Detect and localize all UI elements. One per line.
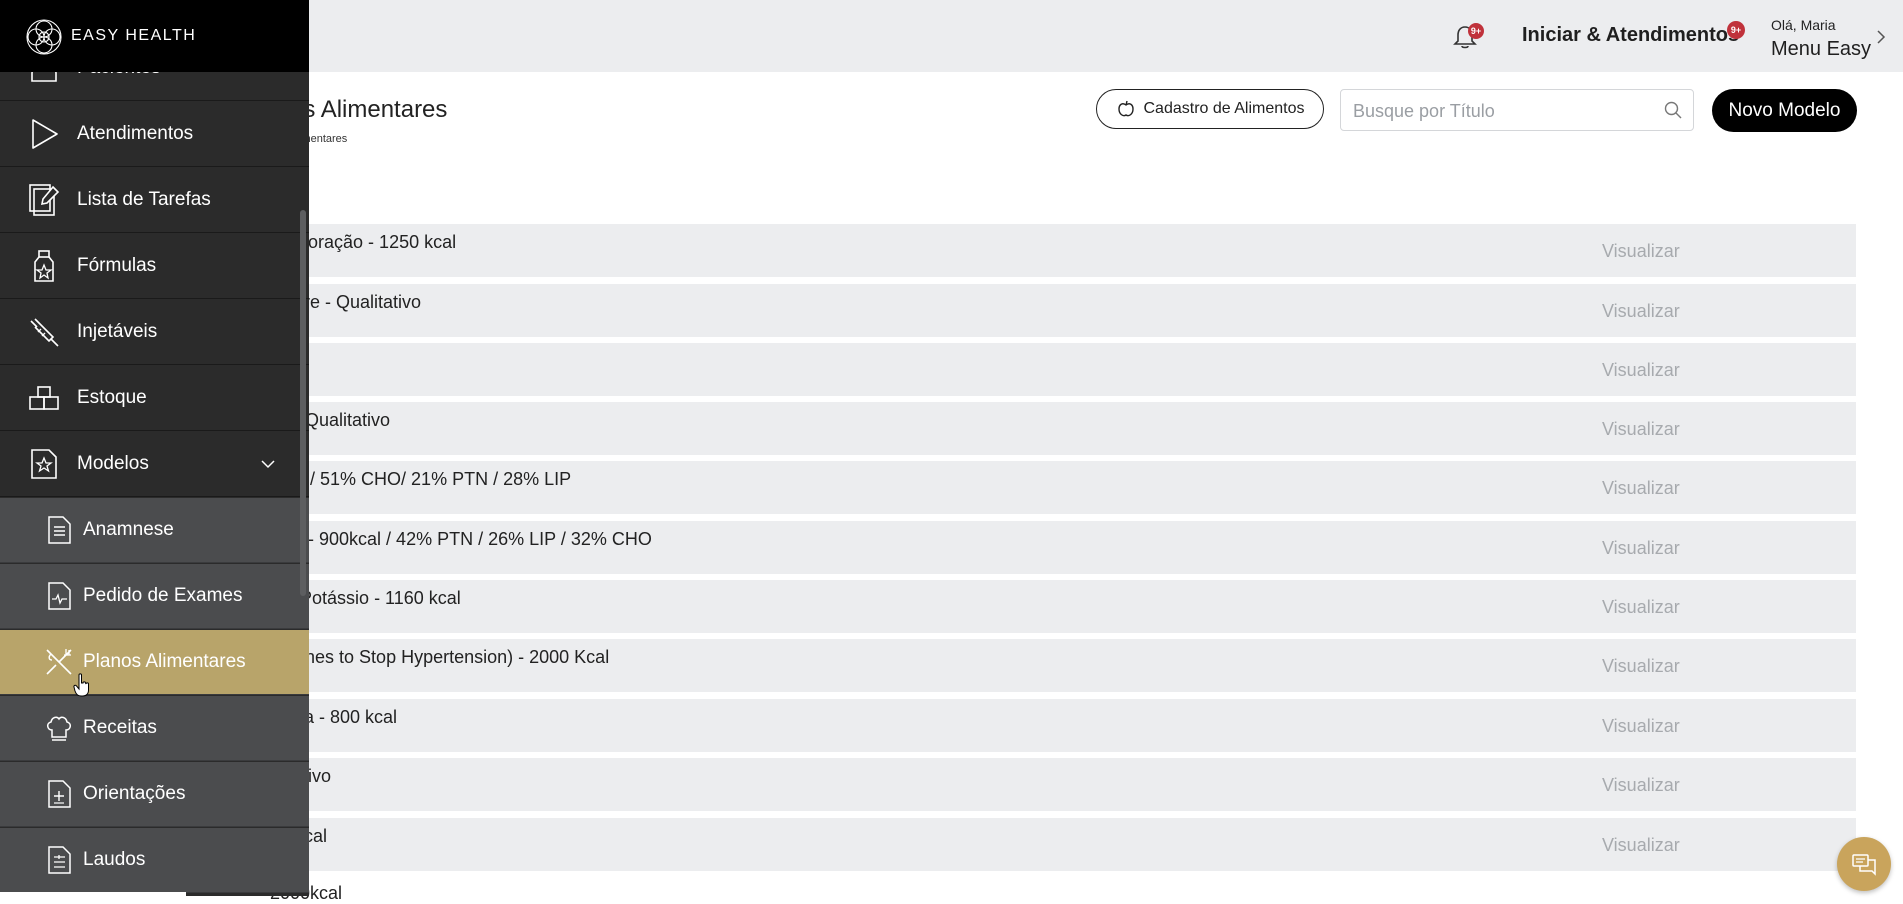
sidebar-item-label: Orientações: [83, 783, 186, 804]
sidebar-item-label: Modelos: [77, 453, 149, 474]
chevron-down-icon[interactable]: [260, 459, 276, 469]
visualizar-button[interactable]: Visualizar: [1602, 716, 1680, 737]
brand-name: EASY HEALTH: [71, 27, 197, 44]
sidebar-item-label: Atendimentos: [77, 123, 194, 144]
sidebar-item-anamnese[interactable]: Anamnese: [0, 498, 309, 563]
star-document-icon: [31, 449, 57, 479]
sidebar-item-label: Anamnese: [83, 519, 174, 540]
visualizar-button[interactable]: Visualizar: [1602, 360, 1680, 381]
sidebar-item-lista-de-tarefas[interactable]: Lista de Tarefas: [0, 168, 309, 233]
document-plus-icon: [48, 780, 71, 808]
visualizar-button[interactable]: Visualizar: [1602, 478, 1680, 499]
table-row[interactable]: 2000kcal: [260, 877, 1856, 903]
visualizar-button[interactable]: Visualizar: [1602, 656, 1680, 677]
play-icon: [32, 119, 58, 149]
search-box: [1340, 89, 1694, 131]
table-row[interactable]: m dia - 800 kcal Visualizar: [260, 699, 1856, 752]
formula-bottle-icon: [34, 250, 54, 282]
table-row[interactable]: do Coração - 1250 kcal Visualizar: [260, 224, 1856, 277]
iniciar-badge: 9+: [1727, 21, 1745, 39]
cadastro-alimentos-button[interactable]: Cadastro de Alimentos: [1096, 89, 1324, 129]
notification-badge: 9+: [1468, 23, 1484, 39]
menu-easy-button[interactable]: Menu Easy: [1771, 38, 1871, 61]
document-check-icon: [48, 846, 71, 874]
sidebar-item-estoque[interactable]: Estoque: [0, 366, 309, 431]
sidebar-item-planos-alimentares[interactable]: Planos Alimentares: [0, 630, 309, 695]
search-input[interactable]: [1351, 96, 1645, 126]
sidebar-item-pedido-de-exames[interactable]: Pedido de Exames: [0, 564, 309, 629]
chef-hat-icon: [47, 716, 71, 741]
table-row[interactable]: alitativo Visualizar: [260, 758, 1856, 811]
page-title: os Alimentares: [290, 96, 448, 123]
brand-header: EASY HEALTH: [0, 0, 309, 72]
user-greeting: Olá, Maria: [1771, 17, 1836, 33]
sidebar-item-label: Lista de Tarefas: [77, 189, 211, 210]
table-row[interactable]: roaches to Stop Hypertension) - 2000 Kca…: [260, 639, 1856, 692]
flower-logo-icon: [26, 19, 62, 55]
table-row[interactable]: co - Qualitativo Visualizar: [260, 402, 1856, 455]
visualizar-button[interactable]: Visualizar: [1602, 597, 1680, 618]
sidebar-item-label: Laudos: [83, 849, 146, 870]
visualizar-button[interactable]: Visualizar: [1602, 301, 1680, 322]
sidebar-bottom-bar: [0, 892, 186, 896]
sidebar-item-label: Fórmulas: [77, 255, 157, 276]
table-row[interactable]: nestre - Qualitativo Visualizar: [260, 284, 1856, 337]
sidebar: Pacientes EASY HEALTH Atendimentos Lista: [0, 0, 309, 896]
table-row[interactable]: nico - 900kcal / 42% PTN / 26% LIP / 32%…: [260, 521, 1856, 574]
sidebar-item-atendimentos[interactable]: Atendimentos: [0, 102, 309, 167]
visualizar-button[interactable]: Visualizar: [1602, 419, 1680, 440]
cadastro-alimentos-label: Cadastro de Alimentos: [1143, 100, 1305, 117]
visualizar-button[interactable]: Visualizar: [1602, 775, 1680, 796]
sidebar-item-label: Planos Alimentares: [83, 651, 246, 672]
sidebar-item-laudos[interactable]: Laudos: [0, 828, 309, 893]
syringe-icon: [30, 318, 59, 347]
sidebar-item-injetaveis[interactable]: Injetáveis: [0, 300, 309, 365]
row-title: nico - 900kcal / 42% PTN / 26% LIP / 32%…: [270, 529, 652, 549]
visualizar-button[interactable]: Visualizar: [1602, 538, 1680, 559]
sidebar-item-orientacoes[interactable]: Orientações: [0, 762, 309, 827]
boxes-icon: [29, 386, 59, 410]
chevron-right-icon[interactable]: [1874, 29, 1888, 45]
task-list-icon: [29, 184, 60, 216]
hand-cursor-icon: [73, 673, 89, 697]
sidebar-scrollbar[interactable]: [300, 210, 306, 596]
sidebar-item-formulas[interactable]: Fórmulas: [0, 234, 309, 299]
sidebar-item-modelos[interactable]: Modelos: [0, 432, 309, 497]
sidebar-item-label: Pedido de Exames: [83, 585, 243, 606]
sidebar-item-label: Receitas: [83, 717, 157, 738]
novo-modelo-button[interactable]: Novo Modelo: [1712, 89, 1857, 132]
sidebar-item-label: Estoque: [77, 387, 147, 408]
apple-icon: [1117, 100, 1134, 117]
search-icon[interactable]: [1663, 100, 1683, 120]
table-row[interactable]: Kcal / 51% CHO/ 21% PTN / 28% LIP Visual…: [260, 461, 1856, 514]
visualizar-button[interactable]: Visualizar: [1602, 241, 1680, 262]
sidebar-item-receitas[interactable]: Receitas: [0, 696, 309, 761]
document-pulse-icon: [48, 582, 71, 610]
table-row[interactable]: o e Potássio - 1160 kcal Visualizar: [260, 580, 1856, 633]
chat-icon: [1852, 854, 1876, 876]
sidebar-item-label: Injetáveis: [77, 321, 158, 342]
visualizar-button[interactable]: Visualizar: [1602, 835, 1680, 856]
fork-knife-icon: [46, 649, 72, 675]
row-title: roaches to Stop Hypertension) - 2000 Kca…: [270, 647, 610, 667]
table-row[interactable]: kcal Visualizar: [260, 343, 1856, 396]
row-title: Kcal / 51% CHO/ 21% PTN / 28% LIP: [270, 469, 572, 489]
iniciar-atendimentos-button[interactable]: Iniciar & Atendimentos: [1522, 24, 1739, 47]
table-row[interactable]: 00 kcal Visualizar: [260, 818, 1856, 871]
chat-button[interactable]: [1837, 837, 1891, 891]
document-lines-icon: [48, 516, 71, 544]
